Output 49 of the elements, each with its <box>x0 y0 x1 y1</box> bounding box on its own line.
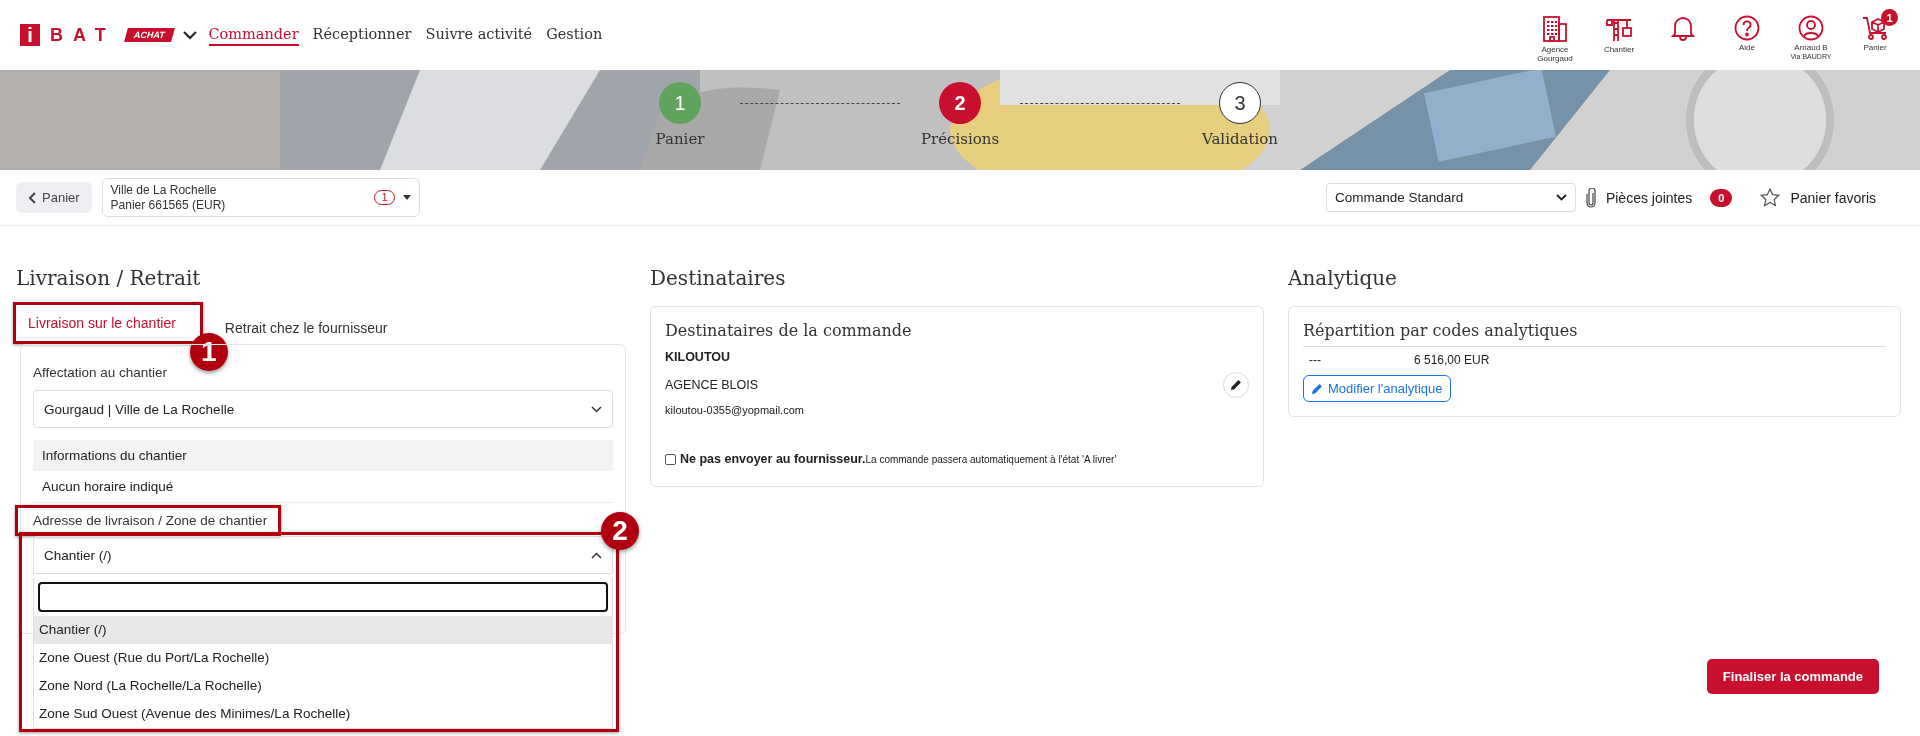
analytic-amount: 6 516,00 EUR <box>1414 353 1490 367</box>
step-label: Panier <box>655 130 705 148</box>
email-text: kiloutou-0355@yopmail.com <box>665 404 805 416</box>
nav-link[interactable]: Gestion <box>546 24 603 46</box>
annotation-number: 2 <box>601 512 639 550</box>
company-name: KILOUTOU <box>665 350 732 364</box>
checkbox-label: Ne pas envoyer au fournisseur.La commande passera automatiquement à l'état 'A livrer' <box>680 452 1117 466</box>
edit-analytics-button[interactable]: Modifier l'analytique <box>1303 375 1451 402</box>
dropdown-option[interactable]: Zone Ouest (Rue du Port/La Rochelle) <box>34 644 612 672</box>
basket-number: Panier 661565 (EUR) <box>110 197 227 212</box>
dropdown-option[interactable]: Zone Nord (La Rochelle/La Rochelle) <box>34 672 612 700</box>
shortcut-label[interactable]: Chantier <box>1603 46 1635 55</box>
section-title: Livraison / Retrait <box>16 266 202 290</box>
address-select[interactable]: Chantier (/) <box>33 536 613 574</box>
basket-name: Ville de La Rochelle <box>110 183 218 198</box>
analytic-code: --- <box>1308 353 1322 367</box>
shortcut-label[interactable]: Aide <box>1739 44 1755 53</box>
step-label: Validation <box>1201 130 1279 148</box>
order-type-select[interactable]: Commande Standard <box>1325 183 1576 212</box>
basket-select[interactable]: Ville de La Rochelle Panier 661565 (EUR) 1 <box>101 178 420 217</box>
nav-link[interactable]: Réceptionner <box>312 24 412 46</box>
nav-link[interactable]: Commander <box>208 24 299 46</box>
section-title: Destinataires <box>650 266 787 290</box>
shortcut-label[interactable]: Arnaud B <box>1794 44 1828 53</box>
attachments-link[interactable]: Pièces jointes <box>1605 189 1693 206</box>
back-button[interactable]: Panier <box>16 182 92 213</box>
agency-name: AGENCE BLOIS <box>665 378 759 392</box>
field-label: Affectation au chantier <box>33 364 168 382</box>
section-title: Analytique <box>1288 266 1398 290</box>
logo-mark: i <box>20 24 40 46</box>
card-title: Destinataires de la commande <box>665 321 913 340</box>
site-select[interactable]: Gourgaud | Ville de La Rochelle <box>33 390 613 428</box>
shortcut-label[interactable]: Panier <box>1863 44 1887 53</box>
dropdown-option[interactable]: Chantier (/) <box>34 616 612 644</box>
field-label: Adresse de livraison / Zone de chantier <box>33 512 268 530</box>
shortcut-label[interactable]: Agence Gourgaud <box>1530 46 1580 63</box>
favorites-link[interactable]: Panier favoris <box>1790 189 1876 206</box>
info-header: Informations du chantier <box>33 440 613 471</box>
card-title: Répartition par codes analytiques <box>1303 321 1579 340</box>
tab[interactable]: Livraison sur le chantier <box>16 307 188 339</box>
logo-tag: ACHAT <box>123 28 175 42</box>
info-text: Aucun horaire indiqué <box>33 471 613 503</box>
logo-text: BAT <box>50 24 116 46</box>
nav-link[interactable]: Suivre activité <box>425 24 533 46</box>
finalize-button[interactable]: Finaliser la commande <box>1706 659 1879 694</box>
count-badge: 1 <box>1881 9 1898 27</box>
dropdown-option[interactable]: Zone Sud Ouest (Avenue des Minimes/La Rochelle) <box>34 700 612 728</box>
step-label: Précisions <box>920 130 1000 148</box>
count-badge: 0 <box>1710 188 1733 207</box>
